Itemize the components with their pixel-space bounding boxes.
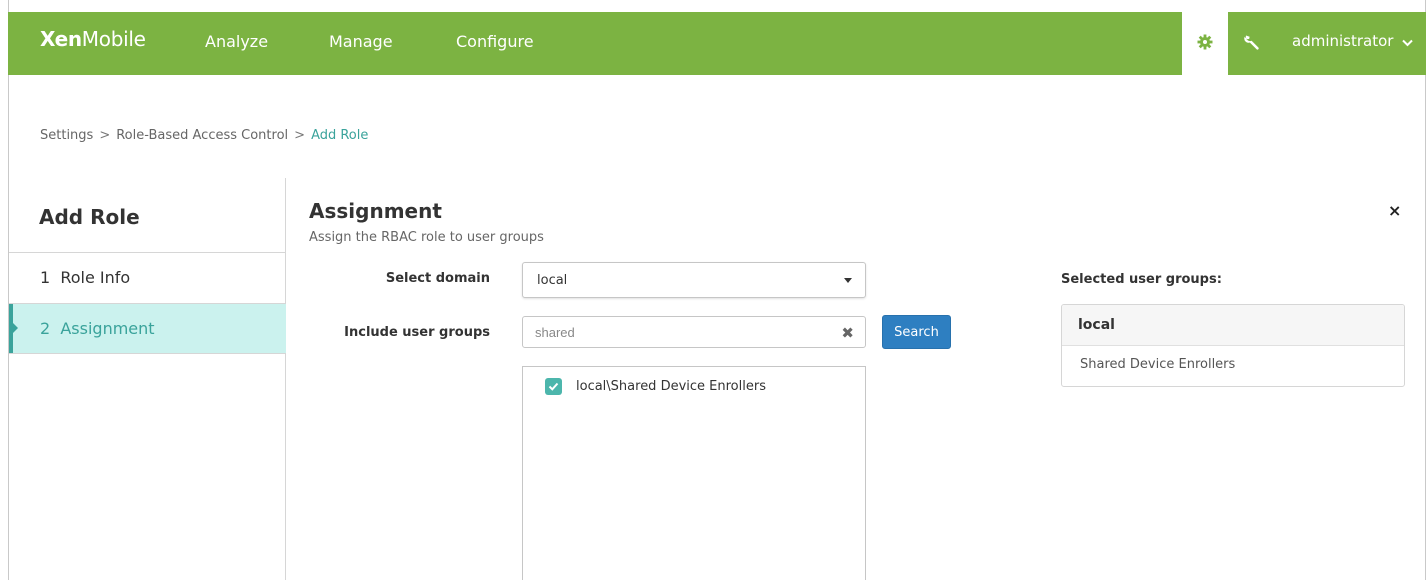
selected-user-groups-panel: local Shared Device Enrollers xyxy=(1061,304,1405,387)
domain-select[interactable]: local xyxy=(522,262,866,298)
nav-configure[interactable]: Configure xyxy=(456,32,534,51)
sidebar-title: Add Role xyxy=(39,205,140,229)
caret-down-icon xyxy=(844,278,852,283)
breadcrumb: Settings > Role-Based Access Control > Add R… xyxy=(40,128,368,143)
checkbox-checked-icon[interactable] xyxy=(545,378,562,395)
step-role-info[interactable]: 1 Role Info xyxy=(9,252,286,303)
selected-group-item: Shared Device Enrollers xyxy=(1080,357,1236,372)
selected-user-groups-title: Selected user groups: xyxy=(1061,272,1222,287)
breadcrumb-separator: > xyxy=(294,128,306,143)
breadcrumb-separator: > xyxy=(99,128,111,143)
step-label: 2 Assignment xyxy=(40,319,155,338)
breadcrumb-add-role: Add Role xyxy=(311,128,369,143)
xenmobile-logo[interactable]: XenMobile xyxy=(40,27,146,51)
user-name: administrator xyxy=(1292,32,1394,50)
step-assignment[interactable]: 2 Assignment xyxy=(9,303,286,354)
list-item-label: local\Shared Device Enrollers xyxy=(576,379,766,394)
user-group-results-list[interactable]: local\Shared Device Enrollers xyxy=(522,366,866,580)
selected-domain-header: local xyxy=(1062,305,1404,346)
include-user-groups-label: Include user groups xyxy=(344,325,490,340)
gear-icon xyxy=(1197,34,1213,54)
active-step-arrow-icon xyxy=(13,323,18,333)
domain-select-value: local xyxy=(537,273,568,288)
clear-icon[interactable]: ✖ xyxy=(841,324,854,342)
user-group-search-field: ✖ xyxy=(522,316,866,348)
wrench-icon[interactable] xyxy=(1242,32,1264,54)
select-domain-label: Select domain xyxy=(385,271,490,286)
chevron-down-icon xyxy=(1402,33,1413,51)
wizard-sidebar: Add Role 1 Role Info 2 Assignment xyxy=(9,178,286,580)
settings-tab[interactable] xyxy=(1182,12,1228,75)
search-button[interactable]: Search xyxy=(882,315,951,349)
page-title: Assignment xyxy=(309,199,442,223)
nav-analyze[interactable]: Analyze xyxy=(205,32,268,51)
breadcrumb-rbac[interactable]: Role-Based Access Control xyxy=(116,128,288,143)
top-nav-bar: XenMobile Analyze Manage Configure admin… xyxy=(8,12,1426,75)
step-label: 1 Role Info xyxy=(40,268,131,287)
nav-manage[interactable]: Manage xyxy=(329,32,393,51)
close-icon[interactable]: × xyxy=(1388,201,1401,220)
page-subtitle: Assign the RBAC role to user groups xyxy=(309,230,544,245)
breadcrumb-settings[interactable]: Settings xyxy=(40,128,93,143)
user-group-search-input[interactable] xyxy=(535,323,825,341)
user-menu[interactable]: administrator xyxy=(1292,32,1413,51)
page-frame-right xyxy=(1425,0,1426,580)
